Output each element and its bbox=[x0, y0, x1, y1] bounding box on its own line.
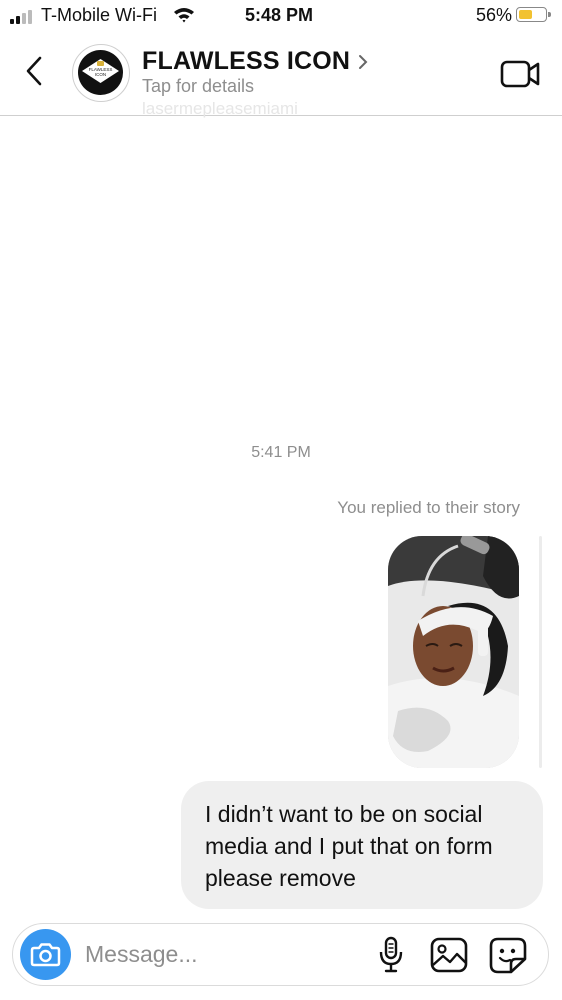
message-timestamp: 5:41 PM bbox=[251, 444, 311, 461]
tap-for-details[interactable]: Tap for details bbox=[142, 76, 254, 97]
gallery-icon[interactable] bbox=[430, 937, 468, 973]
signal-strength-icon bbox=[10, 8, 36, 24]
status-time: 5:48 PM bbox=[245, 5, 314, 25]
message-input[interactable] bbox=[85, 938, 355, 970]
camera-icon bbox=[30, 943, 61, 967]
message-composer bbox=[12, 923, 549, 986]
avatar[interactable]: FLAWLESS ICON bbox=[72, 44, 130, 102]
microphone-icon[interactable] bbox=[377, 936, 405, 974]
gem-icon bbox=[97, 61, 104, 66]
back-chevron-icon[interactable] bbox=[22, 54, 48, 88]
sticker-icon[interactable] bbox=[489, 937, 527, 974]
story-thumbnail[interactable] bbox=[388, 536, 519, 768]
battery-percent: 56% bbox=[476, 5, 513, 25]
sent-message-bubble[interactable]: I didn’t want to be on social media and … bbox=[181, 781, 543, 909]
carrier-name: T-Mobile Wi-Fi bbox=[41, 5, 157, 25]
chat-header: FLAWLESS ICON FLAWLESS ICON Tap for deta… bbox=[0, 34, 562, 118]
battery-icon bbox=[516, 7, 551, 22]
avatar-logo-text: FLAWLESS ICON bbox=[88, 67, 113, 77]
status-bar: T-Mobile Wi-Fi 5:48 PM 56% bbox=[0, 0, 562, 34]
story-photo bbox=[388, 536, 519, 768]
story-reply-label: You replied to their story bbox=[337, 498, 520, 517]
profile-title-link[interactable]: FLAWLESS ICON bbox=[142, 47, 368, 76]
wifi-icon bbox=[174, 8, 194, 23]
video-call-icon[interactable] bbox=[500, 60, 540, 88]
page-title: FLAWLESS ICON bbox=[142, 47, 351, 75]
account-handle: lasermepleasemiami bbox=[142, 99, 298, 118]
camera-button[interactable] bbox=[20, 929, 71, 980]
chevron-right-icon bbox=[359, 54, 368, 69]
scrollbar[interactable] bbox=[539, 536, 542, 768]
